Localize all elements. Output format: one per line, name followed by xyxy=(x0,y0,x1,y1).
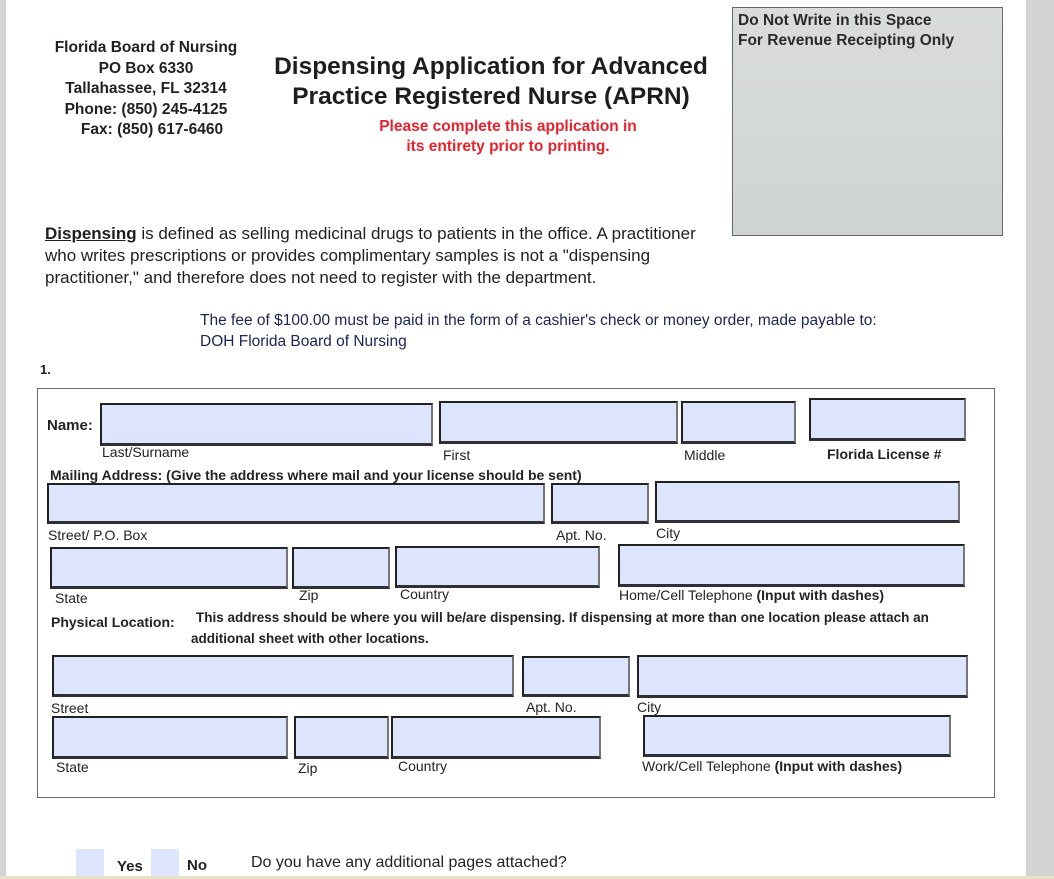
mailing-state-label: State xyxy=(55,590,88,606)
fee-notice: The fee of $100.00 must be paid in the f… xyxy=(200,312,877,350)
definition-text: is defined as selling medicinal drugs to… xyxy=(45,224,696,287)
last-name-label: Last/Surname xyxy=(102,444,190,460)
last-name-field[interactable] xyxy=(100,403,433,446)
mailing-apt-label: Apt. No. xyxy=(556,527,607,543)
license-number-field[interactable] xyxy=(809,398,966,441)
mailing-address-header: Mailing Address: (Give the address where… xyxy=(50,467,582,483)
additional-pages-question: Do you have any additional pages attache… xyxy=(251,854,567,871)
physical-zip-label: Zip xyxy=(298,760,318,776)
definition-term: Dispensing xyxy=(45,224,137,243)
org-fax: Fax: (850) 617-6460 xyxy=(80,121,224,138)
dispensing-definition: Dispensing is defined as selling medicin… xyxy=(45,223,725,289)
first-name-label: First xyxy=(443,447,471,463)
notice-line-1: Please complete this application in xyxy=(379,118,637,135)
work-phone-label: Work/Cell Telephone (Input with dashes) xyxy=(642,758,902,774)
mailing-apt-field[interactable] xyxy=(551,483,649,524)
physical-city-field[interactable] xyxy=(637,655,968,698)
revenue-receipting-box: Do Not Write in this Space For Revenue R… xyxy=(732,7,1003,236)
mailing-city-field[interactable] xyxy=(655,481,960,523)
additional-pages-yes-checkbox[interactable] xyxy=(76,849,104,879)
mailing-street-label: Street/ P.O. Box xyxy=(48,527,148,543)
physical-apt-label: Apt. No. xyxy=(526,699,577,715)
physical-state-label: State xyxy=(56,759,89,775)
physical-country-label: Country xyxy=(398,758,448,774)
physical-street-label: Street xyxy=(51,700,89,716)
middle-name-label: Middle xyxy=(684,447,726,463)
organization-address: Florida Board of Nursing PO Box 6330 Tal… xyxy=(40,38,252,141)
yes-label: Yes xyxy=(117,858,143,875)
work-phone-label-text: Work/Cell Telephone xyxy=(642,758,775,774)
physical-location-header: Physical Location: xyxy=(51,614,175,630)
mailing-street-field[interactable] xyxy=(47,483,545,524)
completion-notice: Please complete this application in its … xyxy=(330,117,686,157)
physical-city-label: City xyxy=(637,699,662,715)
home-phone-field[interactable] xyxy=(618,544,965,587)
physical-country-field[interactable] xyxy=(391,716,601,759)
left-viewer-gutter xyxy=(0,0,6,879)
title-line-2: Practice Registered Nurse (APRN) xyxy=(292,83,690,110)
no-label: No xyxy=(187,857,207,874)
license-number-label: Florida License # xyxy=(827,446,942,462)
mailing-country-label: Country xyxy=(400,586,450,602)
home-phone-label: Home/Cell Telephone (Input with dashes) xyxy=(619,587,884,603)
revenue-line-2: For Revenue Receipting Only xyxy=(738,32,955,49)
revenue-line-1: Do Not Write in this Space xyxy=(738,12,932,29)
org-name: Florida Board of Nursing xyxy=(54,39,238,56)
org-city: Tallahassee, FL 32314 xyxy=(65,80,227,97)
home-phone-label-text: Home/Cell Telephone xyxy=(619,587,757,603)
org-phone: Phone: (850) 245-4125 xyxy=(64,100,228,118)
physical-state-field[interactable] xyxy=(52,716,288,759)
name-label: Name: xyxy=(47,417,93,434)
work-phone-field[interactable] xyxy=(643,715,951,757)
page-title: Dispensing Application for Advanced Prac… xyxy=(258,52,724,112)
mailing-country-field[interactable] xyxy=(395,546,600,588)
org-po-box: PO Box 6330 xyxy=(98,59,194,77)
mailing-state-field[interactable] xyxy=(50,547,288,589)
physical-street-field[interactable] xyxy=(52,655,514,697)
additional-pages-no-checkbox[interactable] xyxy=(151,849,179,879)
mailing-city-label: City xyxy=(656,525,681,541)
section-number: 1. xyxy=(40,362,51,377)
mailing-zip-label: Zip xyxy=(299,587,319,603)
first-name-field[interactable] xyxy=(439,401,678,444)
title-line-1: Dispensing Application for Advanced xyxy=(274,53,708,80)
middle-name-field[interactable] xyxy=(681,401,796,444)
physical-zip-field[interactable] xyxy=(294,716,389,759)
physical-location-note: This address should be where you will be… xyxy=(191,610,929,646)
mailing-zip-field[interactable] xyxy=(292,547,390,589)
physical-apt-field[interactable] xyxy=(522,656,630,697)
notice-line-2: its entirety prior to printing. xyxy=(406,138,610,155)
right-viewer-gutter xyxy=(1026,0,1054,879)
work-phone-format-hint: (Input with dashes) xyxy=(774,758,903,774)
home-phone-format-hint: (Input with dashes) xyxy=(756,587,885,603)
